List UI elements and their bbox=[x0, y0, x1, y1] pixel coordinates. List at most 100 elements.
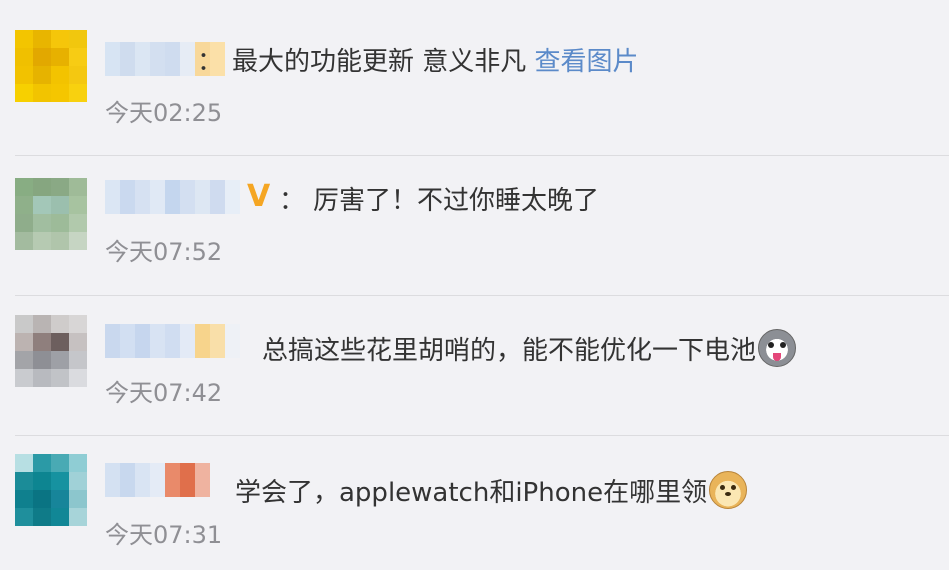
comment-item: 总搞这些花里胡哨的，能不能优化一下电池 今天07:42 bbox=[0, 296, 949, 435]
view-image-link[interactable]: 查看图片 bbox=[535, 47, 639, 77]
username-pixel bbox=[135, 463, 150, 497]
comment-time: 今天02:25 bbox=[105, 99, 223, 127]
username-pixel bbox=[135, 180, 150, 214]
avatar-pixel bbox=[15, 214, 33, 232]
avatar-pixel bbox=[33, 351, 51, 369]
username-pixel bbox=[120, 42, 135, 76]
avatar[interactable] bbox=[15, 315, 87, 387]
avatar-pixel bbox=[69, 315, 87, 333]
avatar-pixel bbox=[15, 472, 33, 490]
colon-separator: ： bbox=[279, 186, 306, 216]
comment-body: 总搞这些花里胡哨的，能不能优化一下电池 bbox=[262, 336, 757, 366]
avatar-pixel bbox=[33, 178, 51, 196]
avatar-pixel bbox=[15, 490, 33, 508]
avatar-pixel bbox=[33, 30, 51, 48]
username-pixel bbox=[180, 324, 195, 358]
username-pixel bbox=[105, 180, 120, 214]
avatar-pixel bbox=[51, 490, 69, 508]
avatar-pixel bbox=[15, 454, 33, 472]
username-pixel bbox=[165, 180, 180, 214]
avatar-pixel bbox=[51, 369, 69, 387]
avatar-pixel bbox=[69, 454, 87, 472]
avatar-pixel bbox=[33, 214, 51, 232]
avatar-pixel bbox=[33, 472, 51, 490]
username-pixel bbox=[210, 324, 225, 358]
avatar-pixel bbox=[15, 333, 33, 351]
username-pixel bbox=[135, 324, 150, 358]
username-pixel bbox=[225, 324, 240, 358]
username-pixel bbox=[165, 463, 180, 497]
comment-text: 厉害了！不过你睡太晚了 bbox=[313, 186, 600, 216]
username-pixel bbox=[105, 463, 120, 497]
avatar-pixel bbox=[69, 48, 87, 66]
avatar-pixel bbox=[51, 84, 69, 102]
avatar-pixel bbox=[69, 232, 87, 250]
comment-body: 最大的功能更新 意义非凡 bbox=[232, 47, 535, 77]
username-pixel bbox=[195, 463, 210, 497]
username-pixel bbox=[165, 42, 180, 76]
avatar-pixel bbox=[33, 48, 51, 66]
avatar-pixel bbox=[15, 232, 33, 250]
username-pixel bbox=[195, 324, 210, 358]
avatar-pixel bbox=[33, 196, 51, 214]
username-pixel bbox=[150, 463, 165, 497]
username-pixel bbox=[105, 324, 120, 358]
username-pixel bbox=[150, 324, 165, 358]
avatar-pixel bbox=[69, 214, 87, 232]
avatar-pixel bbox=[69, 84, 87, 102]
avatar-pixel bbox=[33, 66, 51, 84]
avatar-pixel bbox=[51, 30, 69, 48]
avatar-pixel bbox=[15, 48, 33, 66]
comment-time: 今天07:31 bbox=[105, 521, 223, 549]
avatar-pixel bbox=[51, 232, 69, 250]
avatar-pixel bbox=[33, 454, 51, 472]
avatar-pixel bbox=[33, 232, 51, 250]
avatar-pixel bbox=[15, 30, 33, 48]
avatar-pixel bbox=[51, 472, 69, 490]
avatar-pixel bbox=[51, 454, 69, 472]
avatar-pixel bbox=[69, 196, 87, 214]
avatar-pixel bbox=[51, 315, 69, 333]
avatar[interactable] bbox=[15, 30, 87, 102]
comment-time: 今天07:42 bbox=[105, 379, 223, 407]
avatar-pixel bbox=[69, 490, 87, 508]
comment-text: 总搞这些花里胡哨的，能不能优化一下电池 bbox=[262, 329, 797, 367]
avatar-pixel bbox=[69, 178, 87, 196]
avatar-pixel bbox=[15, 196, 33, 214]
avatar-pixel bbox=[51, 351, 69, 369]
comment-item: V ： 厉害了！不过你睡太晚了 今天07:52 bbox=[0, 156, 949, 295]
avatar[interactable] bbox=[15, 178, 87, 250]
avatar-pixel bbox=[15, 351, 33, 369]
avatar-pixel bbox=[69, 369, 87, 387]
username-pixel bbox=[180, 180, 195, 214]
username-pixel bbox=[210, 180, 225, 214]
avatar-pixel bbox=[51, 178, 69, 196]
comment-text: 学会了，applewatch和iPhone在哪里领 bbox=[235, 471, 748, 509]
username-pixel bbox=[225, 180, 240, 214]
username-blurred[interactable] bbox=[105, 324, 240, 358]
avatar-pixel bbox=[33, 490, 51, 508]
avatar-pixel bbox=[69, 351, 87, 369]
username-pixel bbox=[180, 42, 195, 76]
username-blurred[interactable] bbox=[105, 180, 240, 214]
username-pixel bbox=[165, 324, 180, 358]
doge-emoji-icon bbox=[709, 471, 748, 509]
comment-item: 学会了，applewatch和iPhone在哪里领 今天07:31 bbox=[0, 436, 949, 570]
username-blurred[interactable] bbox=[105, 463, 210, 497]
comment-item: ： 最大的功能更新 意义非凡 查看图片 今天02:25 bbox=[0, 0, 949, 155]
avatar-pixel bbox=[51, 48, 69, 66]
colon-separator: ： bbox=[197, 47, 224, 77]
avatar[interactable] bbox=[15, 454, 87, 526]
avatar-pixel bbox=[69, 333, 87, 351]
avatar-pixel bbox=[33, 369, 51, 387]
avatar-pixel bbox=[51, 196, 69, 214]
avatar-pixel bbox=[15, 178, 33, 196]
avatar-pixel bbox=[15, 84, 33, 102]
username-pixel bbox=[150, 180, 165, 214]
avatar-pixel bbox=[33, 84, 51, 102]
username-pixel bbox=[195, 180, 210, 214]
avatar-pixel bbox=[15, 315, 33, 333]
comment-body: 学会了，applewatch和iPhone在哪里领 bbox=[235, 478, 708, 508]
username-pixel bbox=[120, 180, 135, 214]
comment-time: 今天07:52 bbox=[105, 238, 223, 266]
